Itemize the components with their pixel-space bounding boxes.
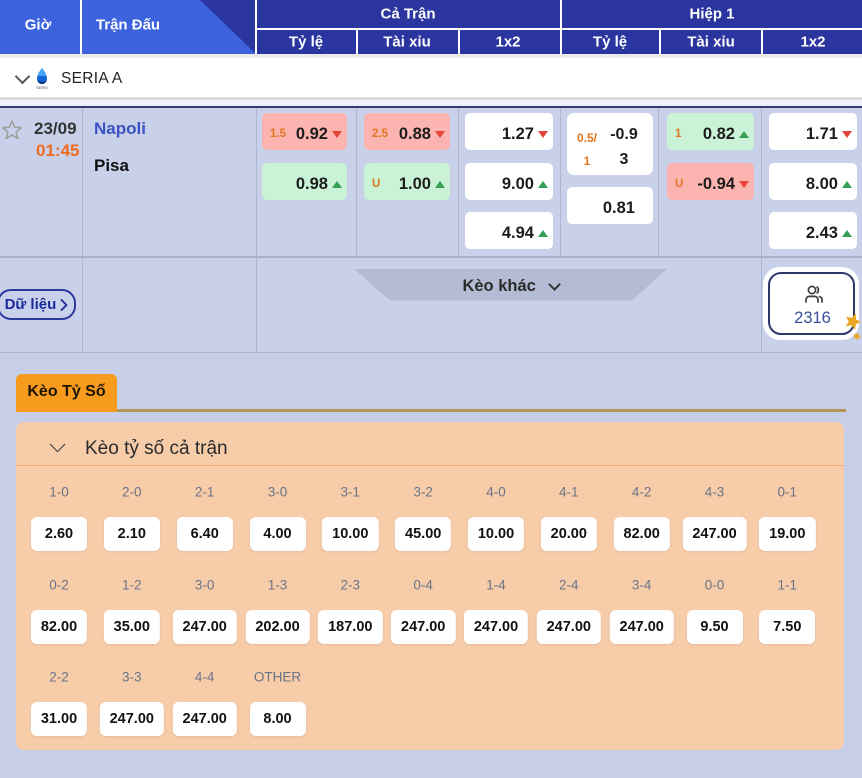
svg-text:SERIE: SERIE bbox=[36, 85, 48, 90]
